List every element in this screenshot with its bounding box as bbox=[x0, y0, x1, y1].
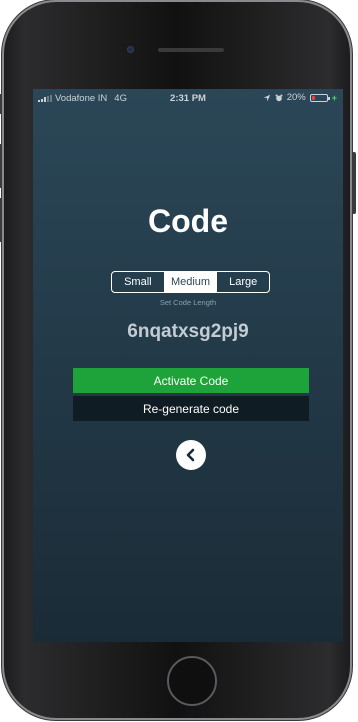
volume-down-button bbox=[0, 198, 2, 242]
mute-switch bbox=[0, 94, 2, 114]
battery-level-fill bbox=[311, 95, 315, 100]
earpiece-speaker bbox=[158, 48, 224, 52]
location-arrow-icon bbox=[263, 94, 270, 101]
activate-code-button[interactable]: Activate Code bbox=[73, 368, 309, 393]
power-button bbox=[352, 152, 356, 214]
code-length-selector[interactable]: Small Medium Large bbox=[111, 271, 270, 293]
chevron-left-icon bbox=[186, 448, 195, 462]
status-indicators: 20% + bbox=[263, 92, 337, 103]
alarm-icon bbox=[275, 94, 283, 101]
status-bar: Vodafone IN 4G 2:31 PM 20% + bbox=[33, 89, 343, 107]
battery-percent: 20% bbox=[286, 92, 306, 103]
regenerate-code-button[interactable]: Re-generate code bbox=[73, 396, 309, 421]
phone-frame: Vodafone IN 4G 2:31 PM 20% + Code Small … bbox=[0, 2, 356, 718]
back-button[interactable] bbox=[176, 440, 206, 470]
code-length-caption: Set Code Length bbox=[159, 298, 217, 307]
segment-small[interactable]: Small bbox=[112, 272, 164, 292]
generated-code: 6nqatxsg2pj9 bbox=[127, 321, 249, 342]
volume-up-button bbox=[0, 144, 2, 188]
front-camera bbox=[127, 46, 134, 53]
page-title: Code bbox=[148, 203, 228, 239]
charging-bolt-icon: + bbox=[331, 92, 337, 103]
segment-medium[interactable]: Medium bbox=[163, 272, 217, 292]
segment-large[interactable]: Large bbox=[216, 272, 269, 292]
home-button[interactable] bbox=[167, 656, 217, 706]
app-screen: Vodafone IN 4G 2:31 PM 20% + Code Small … bbox=[33, 89, 343, 642]
battery-icon bbox=[309, 93, 330, 102]
